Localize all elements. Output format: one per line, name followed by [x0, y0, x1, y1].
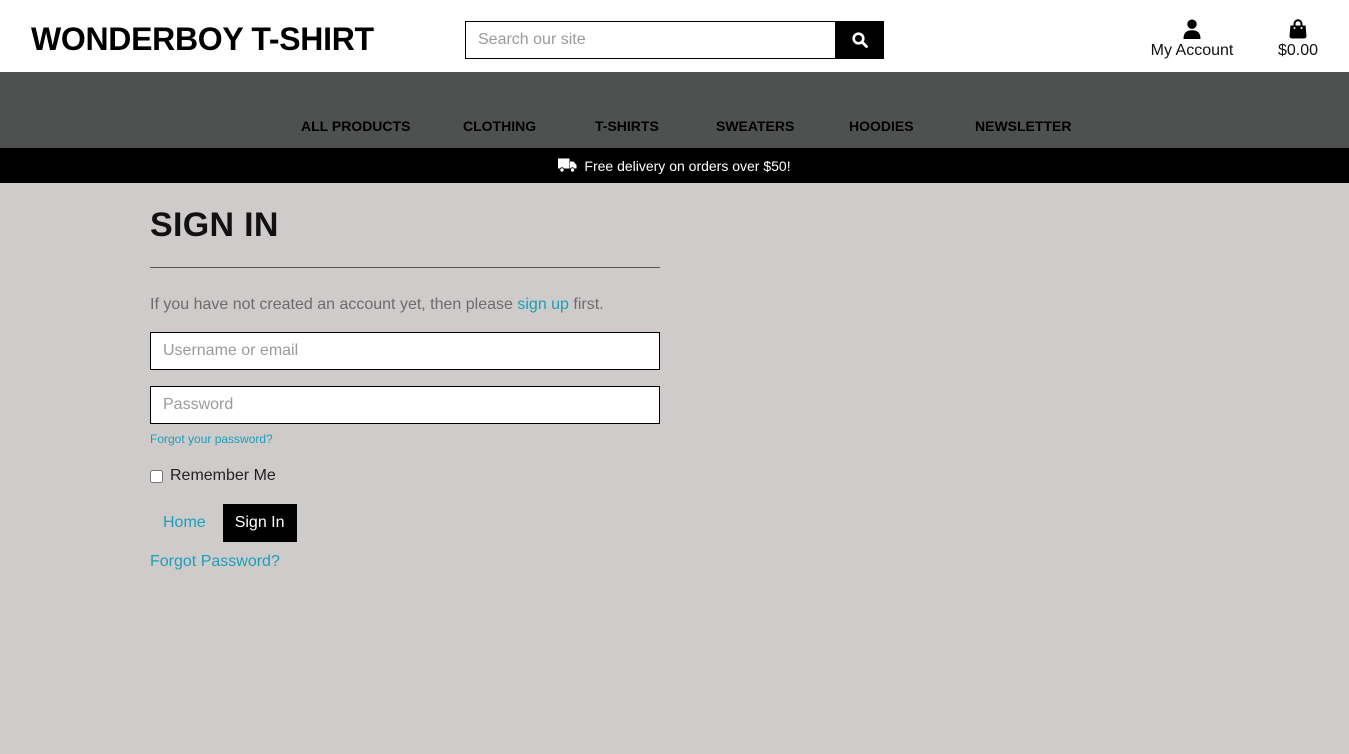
title-divider — [150, 267, 660, 268]
password-field[interactable] — [150, 386, 660, 424]
signup-prompt: If you have not created an account yet, … — [150, 296, 660, 314]
nav-item-newsletter[interactable]: NEWSLETTER — [975, 118, 1071, 134]
signup-prompt-text: If you have not created an account yet, … — [150, 296, 518, 313]
my-account-link[interactable]: My Account — [1146, 17, 1238, 60]
remember-me-checkbox[interactable] — [150, 469, 163, 483]
search-button[interactable] — [835, 21, 884, 59]
nav-item-hoodies[interactable]: HOODIES — [849, 118, 914, 134]
magnifier-icon — [851, 32, 868, 48]
username-field[interactable] — [150, 332, 660, 370]
signin-section: SIGN IN If you have not created an accou… — [150, 183, 660, 571]
main-navigation: ALL PRODUCTS CLOTHING T-SHIRTS SWEATERS … — [0, 72, 1349, 148]
page-title: SIGN IN — [150, 206, 279, 244]
forgot-password-link[interactable]: Forgot Password? — [150, 553, 660, 571]
cart-link[interactable]: $0.00 — [1272, 17, 1324, 60]
shopping-bag-icon — [1289, 19, 1307, 39]
form-actions: Home Sign In — [150, 504, 660, 542]
nav-item-clothing[interactable]: CLOTHING — [463, 118, 536, 134]
sign-in-button[interactable]: Sign In — [222, 504, 297, 542]
user-icon — [1183, 19, 1201, 39]
remember-me-label: Remember Me — [170, 467, 276, 484]
home-button[interactable]: Home — [150, 504, 219, 542]
my-account-label: My Account — [1150, 42, 1234, 59]
remember-me[interactable]: Remember Me — [150, 467, 660, 485]
forgot-password-hint-link[interactable]: Forgot your password? — [150, 432, 660, 446]
search-form — [465, 21, 884, 59]
search-input[interactable] — [465, 21, 835, 59]
cart-total: $0.00 — [1277, 42, 1319, 59]
nav-item-all-products[interactable]: ALL PRODUCTS — [301, 118, 410, 134]
site-header: WONDERBOY T-SHIRT My Account $0.00 — [0, 0, 1349, 72]
site-logo[interactable]: WONDERBOY T-SHIRT — [31, 21, 374, 58]
promo-banner: Free delivery on orders over $50! — [0, 148, 1349, 183]
promo-text: Free delivery on orders over $50! — [584, 157, 791, 174]
signup-link[interactable]: sign up — [517, 296, 569, 313]
signup-prompt-end: first. — [568, 296, 604, 313]
delivery-truck-icon — [558, 158, 584, 173]
nav-item-t-shirts[interactable]: T-SHIRTS — [595, 118, 659, 134]
nav-item-sweaters[interactable]: SWEATERS — [716, 118, 794, 134]
